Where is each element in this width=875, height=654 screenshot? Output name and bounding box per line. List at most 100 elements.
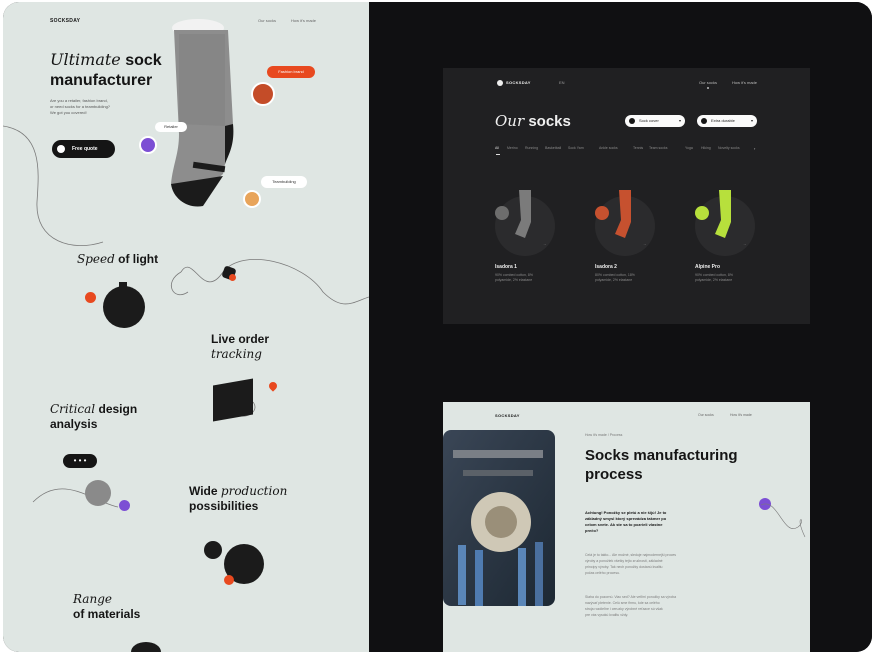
category-item[interactable]: Merino	[507, 146, 518, 150]
color-dot	[595, 206, 609, 220]
logo-icon	[497, 80, 503, 86]
button-dot-icon	[57, 145, 65, 153]
page-title: Socks manufacturing process	[585, 446, 738, 484]
product-desc: 90% combed cotton, 8% polyamide, 2% elas…	[695, 273, 755, 283]
product-name[interactable]: Alpine Pro	[695, 264, 720, 270]
materials-bold: of materials	[73, 607, 141, 621]
avatar	[139, 136, 157, 154]
product-name[interactable]: Isadora 1	[495, 264, 517, 270]
hero-title: Ultimate sock manufacturer	[50, 50, 162, 91]
nav-how-its-made[interactable]: How it's made	[291, 18, 316, 23]
chat-bubble-icon: • • •	[63, 454, 97, 468]
process-page: SOCKSDAY Our socks How it's made How it'…	[443, 402, 810, 652]
product-desc-line: polyamide, 2% elastane	[595, 278, 633, 282]
page-title: Our socks	[495, 112, 571, 130]
tracking-italic: tracking	[211, 347, 262, 361]
category-item[interactable]: Yoga	[685, 146, 693, 150]
category-item[interactable]: Sock Yarn	[568, 146, 584, 150]
category-all[interactable]: All	[495, 146, 499, 150]
tag-teambuilding: Teambuilding	[261, 176, 307, 188]
section-tracking-title: Live order tracking	[211, 332, 269, 362]
logo[interactable]: SOCKSDAY	[495, 413, 520, 418]
decorative-line	[760, 503, 806, 538]
arrow-icon: →	[743, 242, 747, 246]
nav-our-socks[interactable]: Our socks	[699, 80, 717, 85]
logo[interactable]: SOCKSDAY	[50, 18, 80, 24]
stopwatch-icon	[103, 286, 145, 328]
nav-how-its-made[interactable]: How it's made	[730, 413, 752, 417]
active-indicator	[707, 87, 709, 89]
chevron-right-icon[interactable]: ›	[754, 146, 755, 151]
arrow-icon: →	[543, 242, 547, 246]
sock-isadora-2	[615, 190, 631, 238]
production-italic: production	[220, 484, 288, 498]
category-item[interactable]: Ankle socks	[599, 146, 618, 150]
stopwatch-knob-icon	[119, 282, 127, 287]
hero-title-italic: Ultimate	[50, 50, 121, 69]
title-line: process	[585, 466, 643, 483]
lead-paragraph: Achtung! Ponožky se pletú a nie šijú! Je…	[585, 510, 745, 534]
arrow-icon: →	[643, 242, 647, 246]
section-materials-title: Range of materials	[73, 592, 140, 622]
product-desc: 90% combed cotton, 8% polyamide, 2% elas…	[495, 273, 555, 283]
chevron-down-icon: ▾	[750, 118, 753, 123]
color-dot	[495, 206, 509, 220]
sock-illustration	[171, 19, 234, 207]
category-item[interactable]: Team socks	[649, 146, 667, 150]
nav-our-socks[interactable]: Our socks	[698, 413, 714, 417]
production-bold-2: possibilities	[189, 499, 259, 513]
tracking-bold: Live order	[211, 332, 270, 346]
chevron-down-icon: ▾	[678, 118, 681, 123]
design-bold: design	[98, 402, 138, 416]
title-bold: socks	[528, 113, 571, 130]
title-italic: Our	[495, 112, 525, 130]
free-quote-button[interactable]: Free quote	[52, 140, 115, 158]
sock-alpine-pro	[715, 190, 731, 238]
category-underline	[496, 154, 500, 155]
product-desc-line: polyamide, 2% elastane	[695, 278, 733, 282]
dropdown-dot-icon	[629, 118, 635, 124]
product-name[interactable]: Isadora 2	[595, 264, 617, 270]
design-bold-2: analysis	[50, 417, 98, 431]
dropdown-label: Extra durable	[711, 118, 735, 123]
products-page: SOCKSDAY EN Our socks How it's made Our …	[443, 68, 810, 324]
purple-dot	[119, 500, 130, 511]
speed-italic: Speed	[77, 252, 115, 266]
hero-desc-line: We got you covered!	[50, 110, 87, 115]
free-quote-label: Free quote	[72, 146, 98, 152]
nav-how-its-made[interactable]: How it's made	[732, 80, 757, 85]
orange-dot	[229, 274, 236, 281]
category-item[interactable]: Running	[525, 146, 538, 150]
dropdown-label: Sock cover	[639, 118, 659, 123]
gears-icon	[204, 541, 264, 585]
lead-line: prečo?	[585, 528, 599, 533]
tag-retailer: Retailer	[155, 122, 187, 132]
logo[interactable]: SOCKSDAY	[506, 80, 531, 85]
section-design-title: Critical design analysis	[50, 402, 137, 432]
language-switch[interactable]: EN	[559, 80, 565, 85]
body-paragraph: Siaha do pozornú. Viac sed? Ale vetľmi p…	[585, 594, 725, 618]
hero-title-bold-2: manufacturer	[50, 72, 153, 89]
category-item[interactable]: Novelty socks	[718, 146, 740, 150]
breadcrumb[interactable]: How it's made / Process	[585, 433, 622, 437]
hero-description: Are you a retailer, fashion brand, or ne…	[50, 98, 110, 116]
category-item[interactable]: Hiking	[701, 146, 711, 150]
filter-dropdown-durable[interactable]: Extra durable ▾	[697, 115, 757, 127]
body-line: pre vás vysokú kvalitu vždy.	[585, 613, 629, 617]
design-italic: Critical	[50, 402, 96, 416]
title-line: Socks manufacturing	[585, 447, 738, 464]
product-desc-line: polyamide, 2% elastane	[495, 278, 533, 282]
avatar	[243, 190, 261, 208]
body-paragraph: Celá je to takto... Ale možné, sleduje n…	[585, 552, 725, 576]
sock-isadora-1	[515, 190, 531, 238]
avatar	[251, 82, 275, 106]
filter-dropdown-cover[interactable]: Sock cover ▾	[625, 115, 685, 127]
speed-bold: of light	[118, 252, 159, 266]
production-bold: Wide	[189, 484, 218, 498]
category-item[interactable]: Basketball	[545, 146, 561, 150]
materials-italic: Range	[73, 592, 112, 606]
section-production-title: Wide production possibilities	[189, 484, 287, 514]
category-item[interactable]: Tennis	[633, 146, 643, 150]
nav-our-socks[interactable]: Our socks	[258, 18, 276, 23]
orange-dot	[85, 292, 96, 303]
